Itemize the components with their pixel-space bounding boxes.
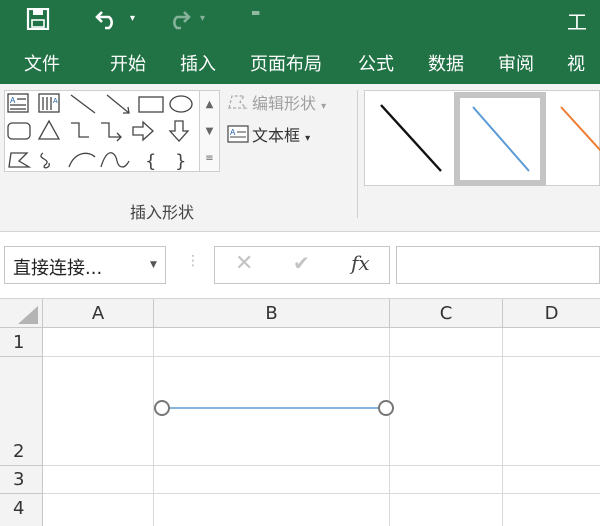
ribbon-panel: A A { } ▲ ▼ ≡ 编辑形状 ▾ A 文本框 ▾ 插入形状 xyxy=(0,84,600,232)
textbox-button[interactable]: A 文本框 ▾ xyxy=(226,122,310,146)
freeform-icon[interactable] xyxy=(8,152,32,168)
shape-styles-gallery xyxy=(364,90,600,186)
orange-line-style-icon[interactable] xyxy=(560,106,600,152)
redo-dropdown-icon[interactable]: ▾ xyxy=(200,13,205,24)
elbow-arrow-connector-icon[interactable] xyxy=(101,122,122,142)
textbox-dropdown-icon: ▾ xyxy=(305,133,311,144)
enter-icon[interactable]: ✔ xyxy=(293,251,310,275)
triangle-icon[interactable] xyxy=(37,119,61,140)
name-box-value: 直接连接... xyxy=(13,258,103,279)
formula-bar: 直接连接... ▼ ⋮ ✕ ✔ fx xyxy=(0,232,600,298)
undo-icon[interactable] xyxy=(94,6,120,30)
tab-file[interactable]: 文件 xyxy=(24,50,60,76)
edit-shape-dropdown-icon: ▾ xyxy=(321,101,327,112)
curve-icon[interactable] xyxy=(100,152,130,168)
connector-start-handle[interactable] xyxy=(154,400,170,416)
formula-bar-resize-icon[interactable]: ⋮ xyxy=(186,253,200,269)
undo-dropdown-icon[interactable]: ▾ xyxy=(130,13,135,24)
ribbon-tabs: 文件 开始 插入 页面布局 公式 数据 审阅 视 xyxy=(0,40,600,84)
oval-icon[interactable] xyxy=(169,95,193,113)
right-arrow-icon[interactable] xyxy=(132,120,154,142)
tab-view[interactable]: 视 xyxy=(567,50,585,76)
rectangle-icon[interactable] xyxy=(138,96,164,113)
left-brace-icon[interactable]: { xyxy=(145,151,156,172)
name-box[interactable]: 直接连接... ▼ xyxy=(4,246,166,284)
ribbon-group-separator xyxy=(357,90,358,218)
straight-connector-shape[interactable] xyxy=(0,298,600,526)
tab-formulas[interactable]: 公式 xyxy=(358,50,394,76)
window-title: 工 xyxy=(567,10,587,34)
arc-icon[interactable] xyxy=(68,152,96,168)
gallery-scroll-up-icon[interactable]: ▲ xyxy=(200,91,219,118)
tab-home[interactable]: 开始 xyxy=(110,50,146,76)
tab-page-layout[interactable]: 页面布局 xyxy=(250,50,322,76)
connector-end-handle[interactable] xyxy=(378,400,394,416)
down-arrow-icon[interactable] xyxy=(168,120,190,142)
insert-shapes-group-label: 插入形状 xyxy=(130,203,195,222)
redo-icon[interactable] xyxy=(166,6,192,30)
formula-buttons: ✕ ✔ fx xyxy=(214,246,390,284)
tab-data[interactable]: 数据 xyxy=(428,50,464,76)
svg-text:A: A xyxy=(10,96,16,105)
customize-qat-icon[interactable]: ═ xyxy=(252,6,259,20)
blue-line-style-icon[interactable] xyxy=(454,92,546,186)
insert-function-icon[interactable]: fx xyxy=(351,251,370,275)
textbox-button-icon: A xyxy=(227,125,249,143)
scribble-icon[interactable] xyxy=(40,152,50,169)
gallery-scroll-down-icon[interactable]: ▼ xyxy=(200,118,219,145)
tab-review[interactable]: 审阅 xyxy=(498,50,534,76)
edit-shape-icon xyxy=(228,95,248,109)
line-icon[interactable] xyxy=(70,94,96,114)
save-icon[interactable] xyxy=(26,8,50,30)
formula-input[interactable] xyxy=(396,246,600,284)
textbox-icon[interactable]: A xyxy=(7,93,29,113)
rounded-rectangle-icon[interactable] xyxy=(7,122,31,140)
black-line-style-icon[interactable] xyxy=(380,104,442,172)
gallery-more-icon[interactable]: ≡ xyxy=(200,145,219,172)
shapes-gallery-scroller: ▲ ▼ ≡ xyxy=(200,90,220,172)
elbow-connector-icon[interactable] xyxy=(71,122,89,138)
textbox-label: 文本框 xyxy=(252,126,301,145)
vertical-textbox-icon[interactable]: A xyxy=(38,93,60,113)
tab-insert[interactable]: 插入 xyxy=(180,50,216,76)
right-brace-icon[interactable]: } xyxy=(175,151,186,172)
edit-shape-label: 编辑形状 xyxy=(252,94,317,113)
arrow-line-icon[interactable] xyxy=(106,94,130,114)
edit-shape-button[interactable]: 编辑形状 ▾ xyxy=(226,90,326,114)
svg-text:A: A xyxy=(230,128,236,137)
svg-text:A: A xyxy=(53,98,58,105)
name-box-dropdown-icon[interactable]: ▼ xyxy=(150,260,157,270)
insert-shapes-gallery: A A { } xyxy=(4,90,200,172)
cancel-icon[interactable]: ✕ xyxy=(235,251,253,276)
title-bar: ▾ ▾ ═ 工 xyxy=(0,0,600,40)
worksheet-grid: A B C D 1 2 3 4 xyxy=(0,298,600,526)
